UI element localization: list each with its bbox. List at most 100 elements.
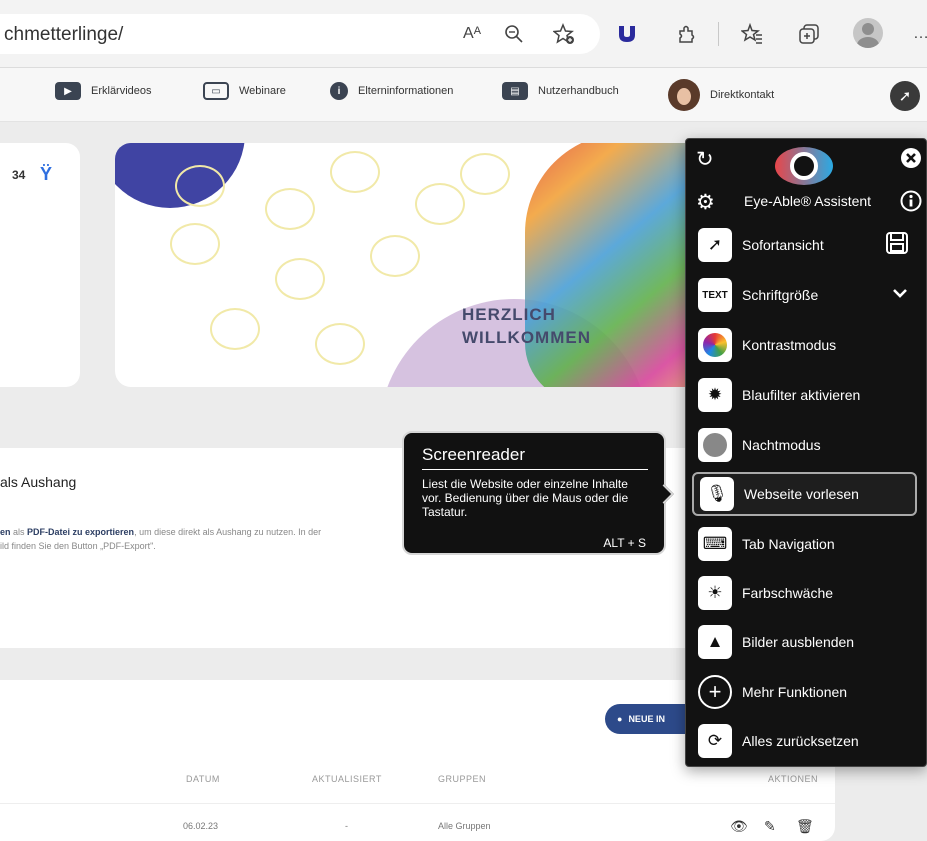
extension-u-icon[interactable] — [613, 20, 641, 48]
decorative-circle — [415, 183, 465, 225]
profile-icon[interactable] — [853, 18, 883, 48]
decorative-circle — [370, 235, 420, 277]
eye-able-item-nachtmodus[interactable]: Nachtmodus — [692, 423, 917, 467]
color-weakness-icon: ☀ — [698, 576, 732, 610]
delete-icon[interactable]: 🗑 — [796, 818, 814, 835]
eye-able-logo — [775, 147, 833, 185]
zoom-icon[interactable] — [500, 20, 528, 48]
save-icon[interactable] — [885, 231, 909, 260]
webinar-icon: ▭ — [203, 82, 229, 100]
nav-label: Direktkontakt — [710, 89, 775, 101]
add-favorite-icon[interactable] — [550, 20, 578, 48]
aushang-text: , um diese direkt als Aushang zu nutzen.… — [134, 527, 322, 537]
eye-able-item-kontrastmodus[interactable]: Kontrastmodus — [692, 323, 917, 367]
blue-filter-icon: ✹ — [698, 378, 732, 412]
eye-able-item-label: Sofortansicht — [742, 237, 824, 253]
decorative-circle — [175, 165, 225, 207]
collections-icon[interactable] — [795, 20, 823, 48]
eye-able-item-label: Kontrastmodus — [742, 337, 837, 353]
eye-able-item-tab-navigation[interactable]: ⌨ Tab Navigation — [692, 522, 917, 566]
table-divider — [0, 803, 835, 804]
eye-able-item-label: Blaufilter aktivieren — [742, 387, 861, 403]
read-aloud-icon: 🎙 — [700, 477, 734, 511]
new-button-label: NEUE IN — [628, 714, 665, 724]
eye-able-item-schriftgroesse[interactable]: TEXT Schriftgröße — [692, 273, 917, 317]
eye-able-title: Eye-Able® Assistent — [744, 193, 872, 209]
eye-able-item-bilder-ausblenden[interactable]: ▲ Bilder ausblenden — [692, 620, 917, 664]
nav-item-nutzerhandbuch[interactable]: ▤ Nutzerhandbuch — [502, 82, 619, 100]
decorative-circle — [315, 323, 365, 365]
tooltip-divider — [422, 469, 648, 470]
tooltip-body: Liest die Website oder einzelne Inhalte … — [422, 477, 629, 519]
welcome-line-1: HERZLICH — [462, 305, 556, 324]
kids-count: 34 — [12, 168, 26, 182]
read-aloud-icon[interactable]: Aᴬ — [458, 20, 486, 48]
view-icon[interactable]: 👁 — [730, 818, 748, 835]
decorative-circle — [330, 151, 380, 193]
eye-able-item-label: Bilder ausblenden — [742, 634, 855, 650]
decorative-circle — [460, 153, 510, 195]
nav-item-elterninformationen[interactable]: i Elterninformationen — [330, 82, 453, 100]
decorative-circle — [210, 308, 260, 350]
refresh-icon[interactable]: ↻ — [696, 147, 714, 172]
edit-icon[interactable]: ✎ — [764, 818, 776, 835]
nav-label: Nutzerhandbuch — [538, 85, 619, 97]
cell-aktualisiert: - — [345, 821, 348, 831]
child-icon: Ÿ — [40, 164, 53, 184]
aushang-bold-link: PDF-Datei zu exportieren — [27, 527, 135, 537]
plus-icon: + — [698, 675, 732, 709]
column-header-aktionen: AKTIONEN — [768, 774, 819, 784]
decorative-circle — [265, 188, 315, 230]
nav-item-webinare[interactable]: ▭ Webinare — [203, 82, 286, 100]
eye-able-item-label: Webseite vorlesen — [744, 486, 859, 502]
book-icon: ▤ — [502, 82, 528, 100]
aushang-title: als Aushang — [0, 474, 77, 490]
eye-able-item-blaufilter[interactable]: ✹ Blaufilter aktivieren — [692, 373, 917, 417]
nav-label: Elterninformationen — [358, 85, 454, 97]
info-icon[interactable] — [900, 190, 922, 218]
cell-datum: 06.02.23 — [183, 821, 219, 831]
cell-gruppen: Alle Gruppen — [438, 821, 491, 831]
eye-able-item-label: Farbschwäche — [742, 585, 834, 601]
tooltip-title: Screenreader — [422, 445, 526, 464]
column-header-datum[interactable]: DATUM — [186, 774, 220, 784]
welcome-line-2: WILLKOMMEN — [462, 328, 591, 347]
reset-icon: ⟳ — [698, 724, 732, 758]
aushang-description-line2: ild finden Sie den Button „PDF-Export". — [0, 541, 156, 551]
text-size-icon: TEXT — [698, 278, 732, 312]
close-icon[interactable] — [900, 147, 922, 175]
column-header-gruppen[interactable]: GRUPPEN — [438, 774, 486, 784]
nav-item-direktkontakt[interactable]: Direktkontakt — [668, 79, 774, 111]
welcome-text: HERZLICH WILLKOMMEN — [462, 303, 591, 349]
nav-item-erklaervideos[interactable]: ▶ Erklärvideos — [55, 82, 152, 100]
top-navigation: ▶ Erklärvideos ▭ Webinare i Elterninform… — [0, 68, 927, 122]
eye-able-panel: ↻ ⚙ Eye-Able® Assistent ➚ Sofortansicht … — [685, 138, 927, 767]
new-entry-button[interactable]: ● NEUE IN — [605, 704, 695, 734]
eye-able-item-mehr-funktionen[interactable]: + Mehr Funktionen — [692, 670, 917, 714]
eye-able-item-label: Alles zurücksetzen — [742, 733, 859, 749]
welcome-banner: HERZLICH WILLKOMMEN — [115, 143, 715, 387]
contrast-icon — [698, 328, 732, 362]
more-icon[interactable]: … — [907, 20, 927, 48]
decorative-circle — [275, 258, 325, 300]
url-text: chmetterlinge/ — [4, 24, 124, 45]
extensions-icon[interactable] — [672, 20, 700, 48]
favorites-icon[interactable] — [738, 20, 766, 48]
toolbar-separator — [718, 22, 719, 46]
keyboard-icon: ⌨ — [698, 527, 732, 561]
eye-able-item-alles-zuruecksetzen[interactable]: ⟳ Alles zurücksetzen — [692, 719, 917, 763]
rocket-button[interactable]: ➚ — [890, 81, 920, 111]
aushang-description: en als PDF-Datei zu exportieren, um dies… — [0, 527, 321, 537]
eye-able-item-sofortansicht[interactable]: ➚ Sofortansicht — [692, 223, 917, 267]
settings-icon[interactable]: ⚙ — [696, 190, 715, 215]
chevron-down-icon[interactable] — [891, 284, 909, 307]
eye-able-item-farbschwaeche[interactable]: ☀ Farbschwäche — [692, 571, 917, 615]
eye-able-item-label: Mehr Funktionen — [742, 684, 848, 700]
browser-toolbar: chmetterlinge/ Aᴬ … — [0, 0, 927, 68]
eye-able-item-webseite-vorlesen[interactable]: 🎙 Webseite vorlesen — [692, 472, 917, 516]
column-header-aktualisiert[interactable]: AKTUALISIERT — [312, 774, 382, 784]
rocket-icon: ➚ — [698, 228, 732, 262]
eye-able-item-label: Nachtmodus — [742, 437, 821, 453]
avatar — [668, 79, 700, 111]
play-icon: ▶ — [55, 82, 81, 100]
